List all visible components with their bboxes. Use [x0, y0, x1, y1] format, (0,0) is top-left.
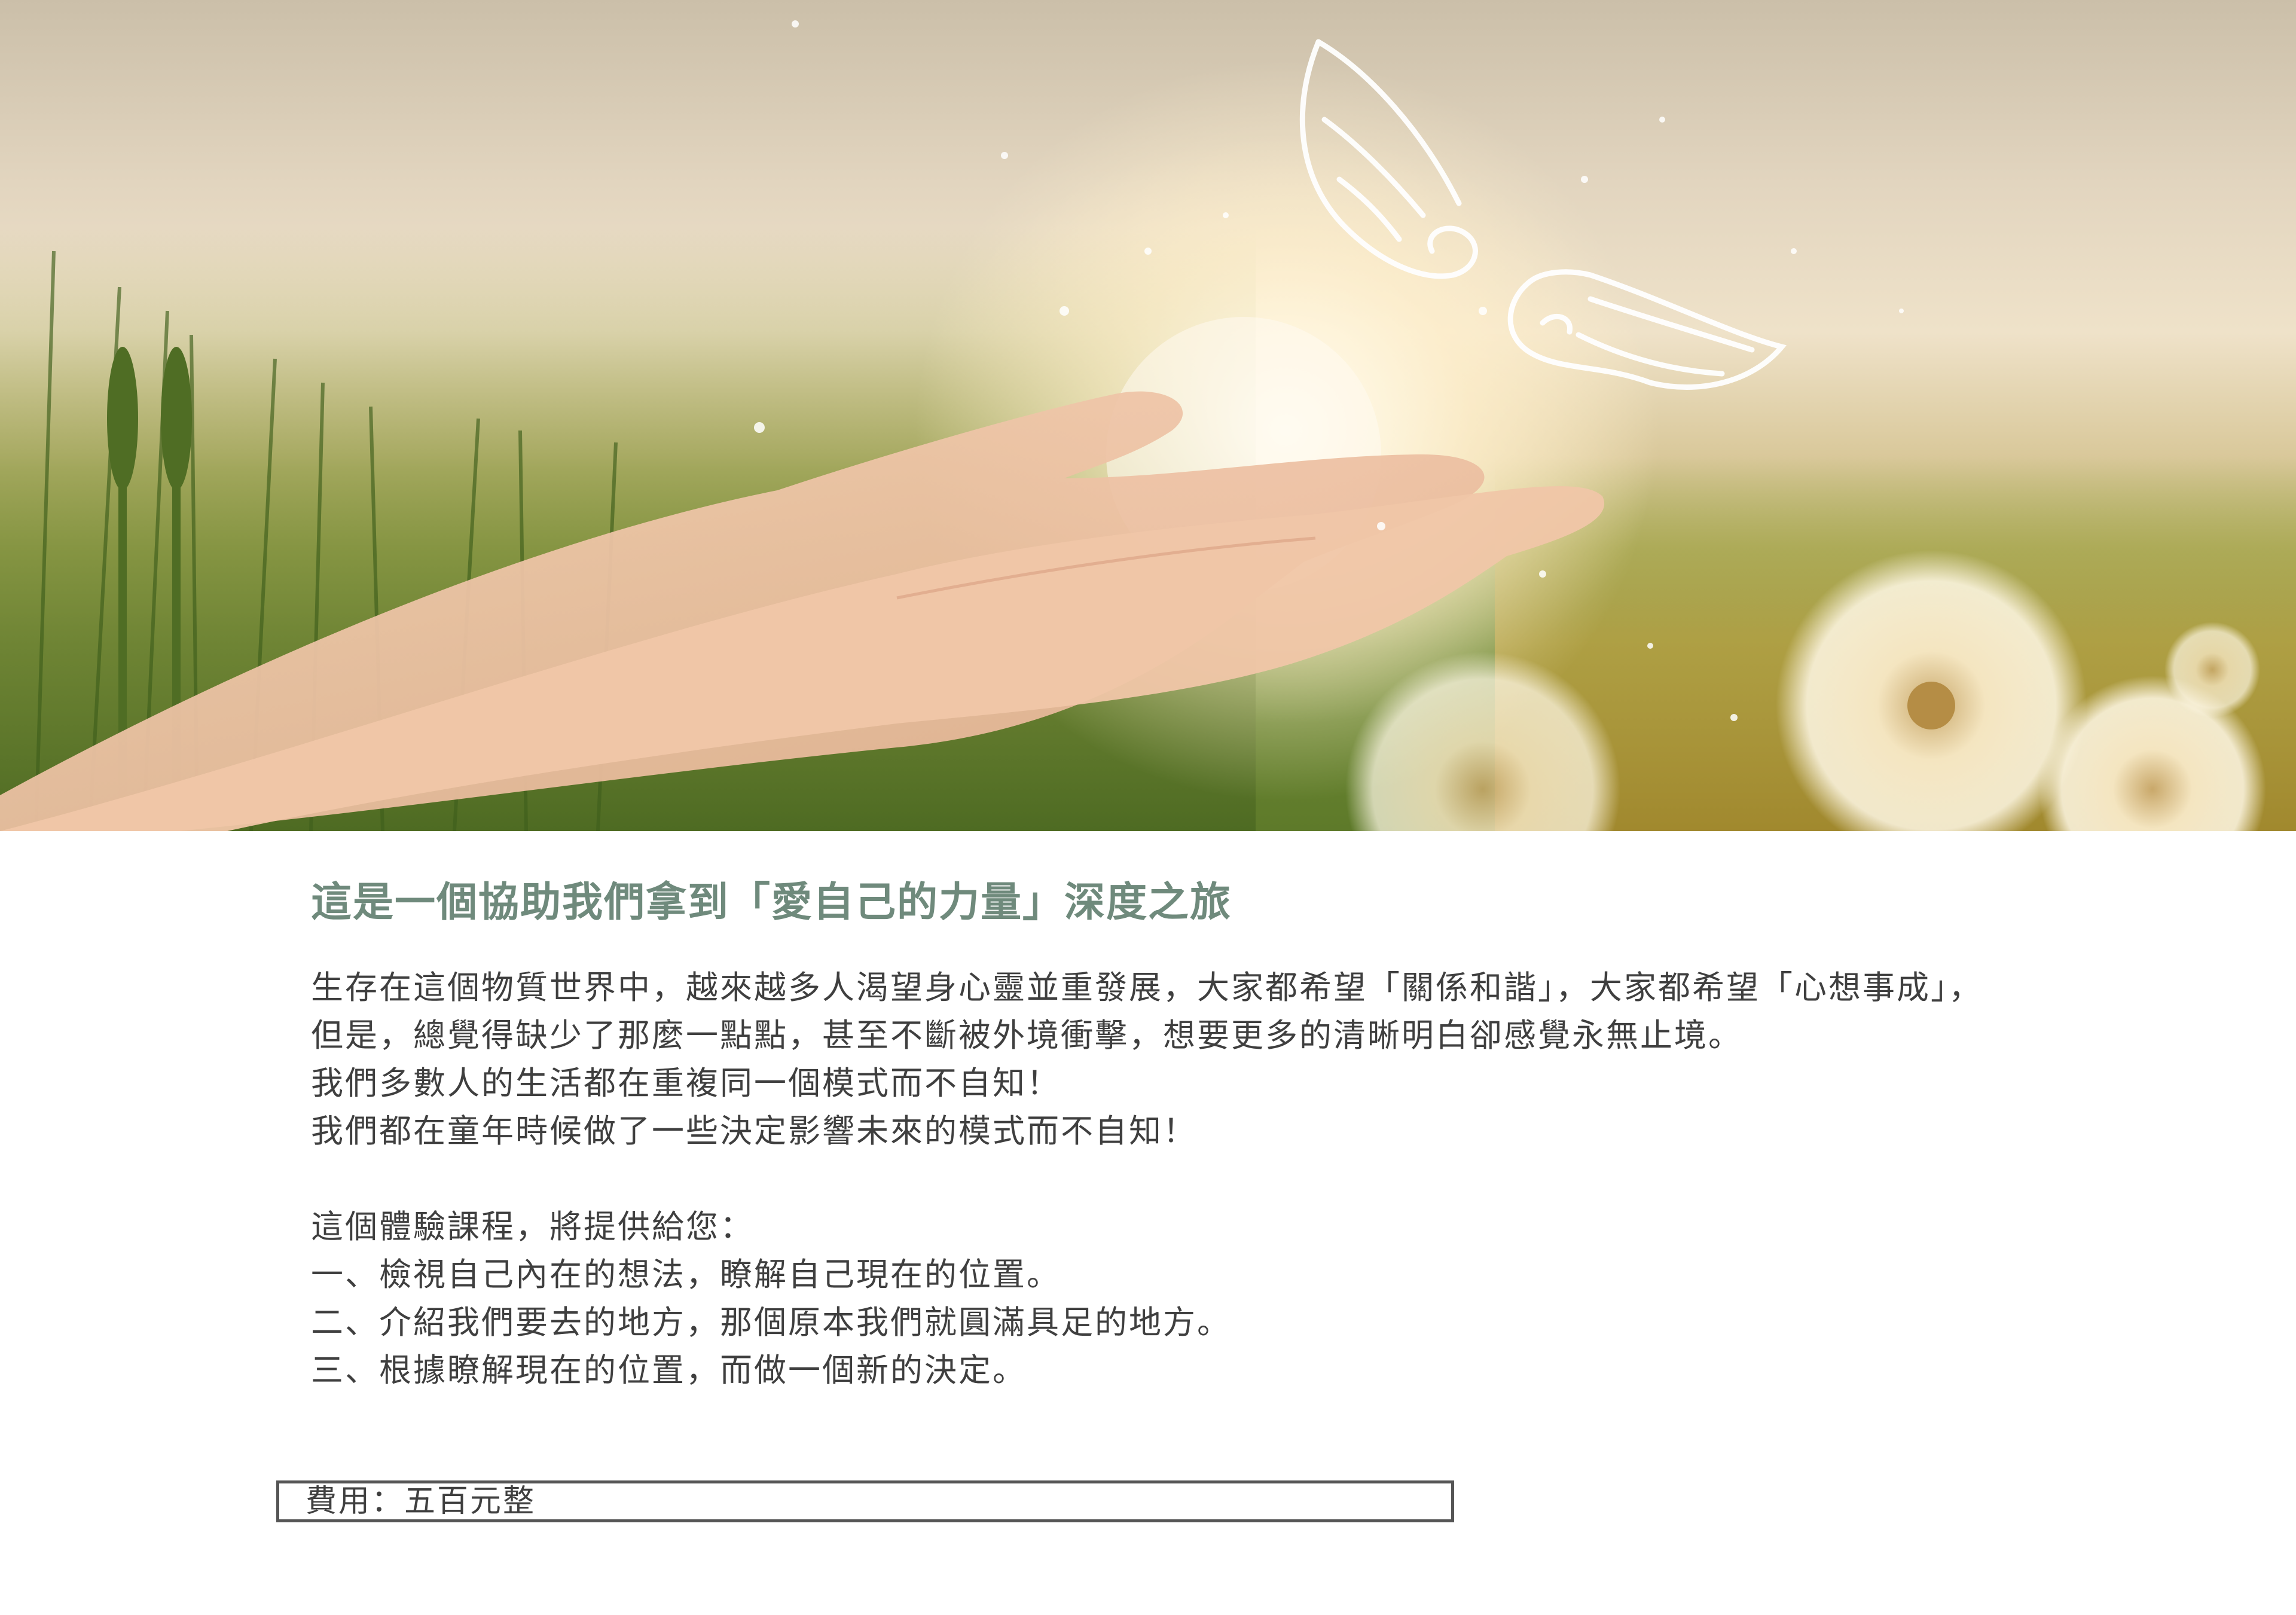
- fee-label: 費用：五百元整: [306, 1483, 536, 1519]
- course-offer-list: 這個體驗課程，將提供給您： 一、檢視自己內在的想法，瞭解自己現在的位置。 二、介…: [311, 1203, 2045, 1394]
- hero-illustration: [0, 20, 2296, 831]
- fee-box: 費用：五百元整: [276, 1480, 1454, 1522]
- main-content: 這是一個協助我們拿到「愛自己的力量」深度之旅 生存在這個物質世界中，越來越多人渴…: [311, 873, 2045, 1394]
- offer-item: 三、根據瞭解現在的位置，而做一個新的決定。: [311, 1351, 1027, 1389]
- intro-paragraph: 生存在這個物質世界中，越來越多人渴望身心靈並重發展，大家都希望「關係和諧」，大家…: [311, 964, 2045, 1155]
- hero-banner: [0, 0, 2296, 831]
- intro-line: 但是，總覺得缺少了那麼一點點，甚至不斷被外境衝擊，想要更多的清晰明白卻感覺永無止…: [311, 1016, 1742, 1054]
- intro-line: 生存在這個物質世界中，越來越多人渴望身心靈並重發展，大家都希望「關係和諧」，大家…: [311, 969, 1983, 1006]
- offer-intro: 這個體驗課程，將提供給您：: [311, 1208, 754, 1245]
- offer-item: 一、檢視自己內在的想法，瞭解自己現在的位置。: [311, 1256, 1061, 1293]
- intro-line: 我們多數人的生活都在重複同一個模式而不自知！: [311, 1064, 1061, 1102]
- offer-item: 二、介紹我們要去的地方，那個原本我們就圓滿具足的地方。: [311, 1303, 1231, 1341]
- page-title: 這是一個協助我們拿到「愛自己的力量」深度之旅: [311, 879, 1232, 926]
- intro-line: 我們都在童年時候做了一些決定影響未來的模式而不自知！: [311, 1112, 1197, 1150]
